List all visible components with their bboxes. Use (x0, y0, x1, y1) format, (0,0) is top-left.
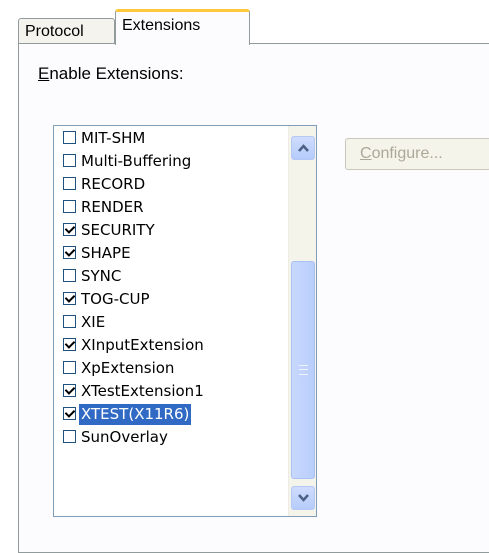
list-item[interactable]: SunOverlay (54, 426, 288, 449)
checkbox-checked[interactable] (63, 223, 76, 236)
list-item-label: SHAPE (81, 244, 131, 262)
list-item[interactable]: XpExtension (54, 357, 288, 380)
list-item-label: SECURITY (81, 221, 155, 239)
list-item[interactable]: XIE (54, 311, 288, 334)
configure-button[interactable]: Configure... (345, 138, 489, 170)
tab-extensions[interactable]: Extensions (115, 9, 250, 45)
checkbox-unchecked[interactable] (63, 200, 76, 213)
enable-label-mnemonic: E (38, 64, 50, 83)
list-item-label: RENDER (81, 198, 144, 216)
list-item[interactable]: Multi-Buffering (54, 150, 288, 173)
list-item-label: RECORD (81, 175, 146, 193)
list-item[interactable]: TOG-CUP (54, 288, 288, 311)
scroll-up-button[interactable] (291, 136, 315, 160)
checkbox-checked[interactable] (63, 407, 76, 420)
checkbox-unchecked[interactable] (63, 361, 76, 374)
list-item[interactable]: MIT-SHM (54, 127, 288, 150)
checkbox-checked[interactable] (63, 384, 76, 397)
list-item[interactable]: SECURITY (54, 219, 288, 242)
checkbox-checked[interactable] (63, 292, 76, 305)
chevron-up-icon (298, 144, 309, 152)
list-item-label: XTestExtension1 (81, 382, 204, 400)
configure-label: onfigure... (371, 145, 443, 162)
extensions-list: MIT-SHM Multi-Buffering RECORD RENDER SECURI… (54, 127, 288, 449)
list-item-label: XInputExtension (81, 336, 204, 354)
list-item-label: MIT-SHM (81, 129, 146, 147)
list-item[interactable]: SHAPE (54, 242, 288, 265)
enable-extensions-label: Enable Extensions: (38, 64, 184, 84)
checkbox-unchecked[interactable] (63, 269, 76, 282)
configure-mnemonic: C (360, 145, 372, 162)
list-item[interactable]: SYNC (54, 265, 288, 288)
checkbox-unchecked[interactable] (63, 315, 76, 328)
list-item-label: Multi-Buffering (81, 152, 192, 170)
enable-label-text: nable Extensions: (49, 64, 184, 83)
list-item[interactable]: XTestExtension1 (54, 380, 288, 403)
list-item-label: SunOverlay (81, 428, 168, 446)
scroll-down-button[interactable] (291, 486, 315, 510)
list-item[interactable]: XTEST(X11R6) (54, 403, 288, 426)
scrollbar-grip (299, 365, 308, 375)
extensions-listbox[interactable]: MIT-SHM Multi-Buffering RECORD RENDER SECURI… (53, 125, 317, 517)
list-item-label: SYNC (81, 267, 122, 285)
checkbox-unchecked[interactable] (63, 430, 76, 443)
vertical-scrollbar[interactable] (288, 126, 316, 516)
list-item-label: TOG-CUP (81, 290, 150, 308)
list-item[interactable]: RECORD (54, 173, 288, 196)
checkbox-unchecked[interactable] (63, 177, 76, 190)
list-item-label: XpExtension (81, 359, 175, 377)
list-item[interactable]: RENDER (54, 196, 288, 219)
scrollbar-thumb[interactable] (291, 261, 315, 479)
checkbox-checked[interactable] (63, 338, 76, 351)
checkbox-unchecked[interactable] (63, 131, 76, 144)
list-item[interactable]: XInputExtension (54, 334, 288, 357)
list-item-label: XIE (81, 313, 106, 331)
checkbox-checked[interactable] (63, 246, 76, 259)
checkbox-unchecked[interactable] (63, 154, 76, 167)
chevron-down-icon (298, 494, 309, 502)
list-item-label: XTEST(X11R6) (77, 403, 193, 426)
tab-protocol[interactable]: Protocol (18, 18, 115, 44)
